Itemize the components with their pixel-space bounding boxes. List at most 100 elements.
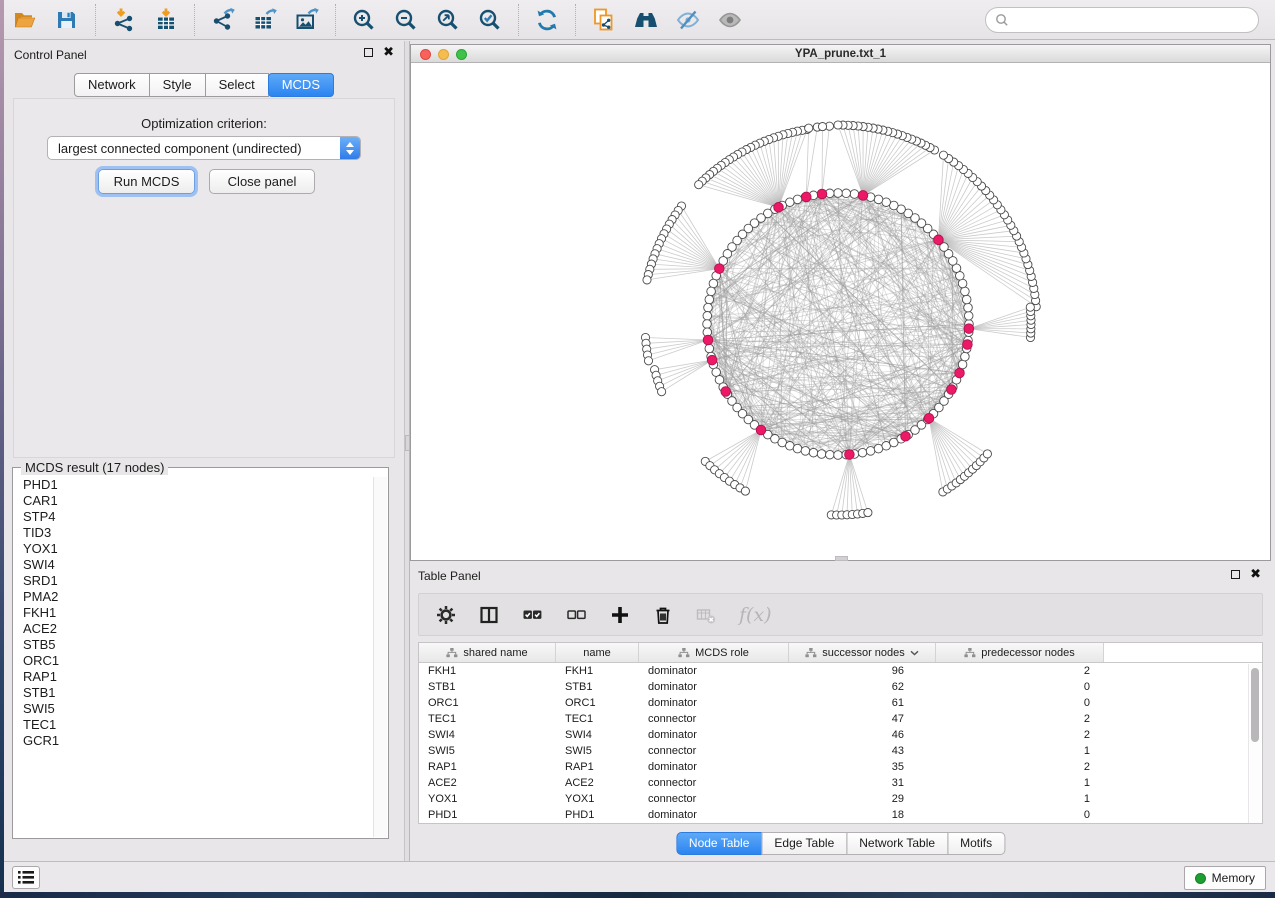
cell-predecessor-nodes[interactable]: 2 <box>936 759 1104 775</box>
cell-predecessor-nodes[interactable]: 1 <box>936 775 1104 791</box>
graph-dominator-node[interactable] <box>707 355 717 365</box>
network-window-titlebar[interactable]: YPA_prune.txt_1 <box>411 45 1270 63</box>
graph-dominator-node[interactable] <box>964 324 974 334</box>
cell-MCDS-role[interactable]: dominator <box>639 695 789 711</box>
cell-successor-nodes[interactable]: 43 <box>789 743 936 759</box>
cell-name[interactable]: ORC1 <box>556 695 639 711</box>
table-row[interactable]: STB1STB1dominator620 <box>419 679 1262 695</box>
import-network-button[interactable] <box>104 3 144 37</box>
show-columns-icon[interactable] <box>479 605 499 625</box>
mcds-result-item[interactable]: TID3 <box>14 525 373 541</box>
table-row[interactable]: FKH1FKH1dominator962 <box>419 663 1262 679</box>
mcds-result-item[interactable]: STB5 <box>14 637 373 653</box>
cell-predecessor-nodes[interactable]: 2 <box>936 727 1104 743</box>
window-minimize-traffic-light[interactable] <box>438 49 449 60</box>
table-scrollbar[interactable] <box>1248 664 1261 823</box>
graph-node[interactable] <box>705 344 714 353</box>
settings-gear-icon[interactable] <box>436 605 456 625</box>
cell-successor-nodes[interactable]: 46 <box>789 727 936 743</box>
table-row[interactable]: SWI5SWI5connector431 <box>419 743 1262 759</box>
cell-name[interactable]: PHD1 <box>556 807 639 823</box>
graph-node[interactable] <box>793 444 802 453</box>
mcds-result-item[interactable]: CAR1 <box>14 493 373 509</box>
float-table-panel-icon[interactable] <box>1231 570 1240 579</box>
show-all-button[interactable] <box>710 3 750 37</box>
cell-shared-name[interactable]: TEC1 <box>419 711 556 727</box>
column-header-shared-name[interactable]: shared name <box>419 643 556 662</box>
graph-node[interactable] <box>961 287 970 296</box>
cell-shared-name[interactable]: STB1 <box>419 679 556 695</box>
graph-node[interactable] <box>983 450 991 458</box>
graph-dominator-node[interactable] <box>817 189 827 199</box>
graph-node[interactable] <box>709 279 718 288</box>
cell-shared-name[interactable]: YOX1 <box>419 791 556 807</box>
cell-predecessor-nodes[interactable]: 0 <box>936 695 1104 711</box>
graph-dominator-node[interactable] <box>845 450 855 460</box>
graph-dominator-node[interactable] <box>703 335 713 345</box>
graph-dominator-node[interactable] <box>924 413 934 423</box>
table-row[interactable]: RAP1RAP1dominator352 <box>419 759 1262 775</box>
graph-node[interactable] <box>643 276 651 284</box>
cell-shared-name[interactable]: SWI4 <box>419 727 556 743</box>
graph-node[interactable] <box>874 195 883 204</box>
export-network-button[interactable] <box>203 3 243 37</box>
graph-node[interactable] <box>703 312 712 321</box>
save-session-button[interactable] <box>47 3 87 37</box>
cell-name[interactable]: ACE2 <box>556 775 639 791</box>
graph-node[interactable] <box>644 357 652 365</box>
graph-dominator-node[interactable] <box>802 192 812 202</box>
table-row[interactable]: ORC1ORC1dominator610 <box>419 695 1262 711</box>
cell-shared-name[interactable]: ACE2 <box>419 775 556 791</box>
graph-node[interactable] <box>958 360 967 369</box>
memory-button[interactable]: Memory <box>1184 866 1266 890</box>
tab-network[interactable]: Network <box>74 73 150 97</box>
cell-name[interactable]: RAP1 <box>556 759 639 775</box>
graph-dominator-node[interactable] <box>963 340 973 350</box>
mcds-result-item[interactable]: YOX1 <box>14 541 373 557</box>
graph-node[interactable] <box>805 124 813 132</box>
cell-name[interactable]: SWI5 <box>556 743 639 759</box>
mcds-result-item[interactable]: RAP1 <box>14 669 373 685</box>
first-neighbors-button[interactable] <box>626 3 666 37</box>
mcds-result-list[interactable]: PHD1CAR1STP4TID3YOX1SWI4SRD1PMA2FKH1ACE2… <box>14 477 373 837</box>
mcds-result-item[interactable]: PHD1 <box>14 477 373 493</box>
cell-successor-nodes[interactable]: 96 <box>789 663 936 679</box>
cell-name[interactable]: TEC1 <box>556 711 639 727</box>
open-file-button[interactable] <box>5 3 45 37</box>
graph-node[interactable] <box>850 190 859 199</box>
optimization-criterion-dropdown[interactable]: largest connected component (undirected) <box>47 136 361 160</box>
cell-successor-nodes[interactable]: 61 <box>789 695 936 711</box>
graph-node[interactable] <box>866 447 875 456</box>
graph-node[interactable] <box>834 121 842 129</box>
close-panel-icon[interactable]: ✖ <box>383 48 394 57</box>
tab-network-table[interactable]: Network Table <box>846 832 948 855</box>
import-table-button[interactable] <box>146 3 186 37</box>
cell-successor-nodes[interactable]: 31 <box>789 775 936 791</box>
graph-dominator-node[interactable] <box>756 425 766 435</box>
cell-successor-nodes[interactable]: 47 <box>789 711 936 727</box>
mcds-result-item[interactable]: ACE2 <box>14 621 373 637</box>
cell-successor-nodes[interactable]: 62 <box>789 679 936 695</box>
graph-node[interactable] <box>801 447 810 456</box>
column-header-MCDS-role[interactable]: MCDS role <box>639 643 789 662</box>
graph-node[interactable] <box>961 352 970 361</box>
graph-node[interactable] <box>834 189 843 198</box>
column-header-name[interactable]: name <box>556 643 639 662</box>
tab-edge-table[interactable]: Edge Table <box>761 832 847 855</box>
mcds-result-item[interactable]: SWI4 <box>14 557 373 573</box>
new-network-from-selection-button[interactable] <box>584 3 624 37</box>
cell-MCDS-role[interactable]: dominator <box>639 759 789 775</box>
cell-successor-nodes[interactable]: 35 <box>789 759 936 775</box>
mcds-list-scrollbar[interactable] <box>373 477 387 837</box>
zoom-in-button[interactable] <box>344 3 384 37</box>
cell-MCDS-role[interactable]: dominator <box>639 727 789 743</box>
table-scrollbar-thumb[interactable] <box>1251 668 1259 742</box>
graph-node[interactable] <box>962 295 971 304</box>
export-table-button[interactable] <box>245 3 285 37</box>
deselect-all-icon[interactable] <box>566 605 587 625</box>
task-history-button[interactable] <box>12 866 40 889</box>
window-close-traffic-light[interactable] <box>420 49 431 60</box>
zoom-selected-button[interactable] <box>470 3 510 37</box>
cell-MCDS-role[interactable]: connector <box>639 791 789 807</box>
cell-MCDS-role[interactable]: connector <box>639 743 789 759</box>
